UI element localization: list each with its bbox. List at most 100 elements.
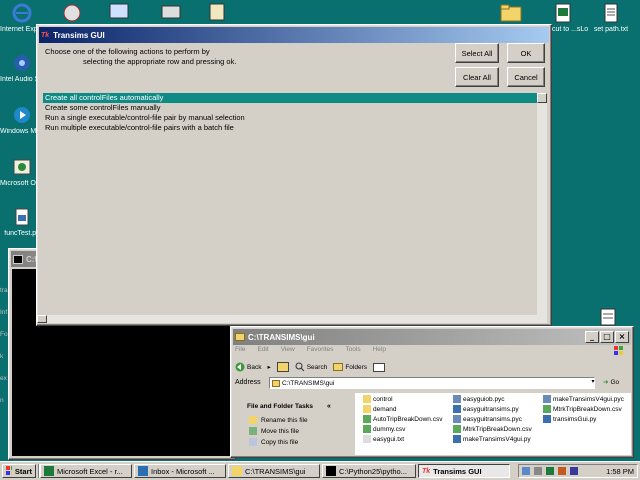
- tk-icon: Tk: [422, 467, 431, 475]
- volume-icon[interactable]: [534, 467, 542, 475]
- python-file-icon: [11, 206, 33, 228]
- ok-button[interactable]: OK: [507, 43, 545, 63]
- csv-icon: [363, 425, 371, 433]
- file-item[interactable]: easyguitransims.pyc: [453, 415, 522, 423]
- desktop-small-icon[interactable]: [600, 308, 616, 328]
- media-player-icon: [11, 104, 33, 126]
- tray-app-icon[interactable]: [558, 467, 566, 475]
- task-move[interactable]: Move this file: [249, 427, 353, 435]
- text-file-icon: [600, 2, 622, 24]
- file-item[interactable]: dummy.csv: [363, 425, 405, 433]
- file-item[interactable]: easygui.txt: [363, 435, 404, 443]
- rename-icon: [249, 416, 257, 424]
- excel-shortcut-icon: [552, 2, 574, 24]
- tk-icon: Tk: [41, 31, 50, 39]
- task-python[interactable]: C:\Python25\pytho...: [322, 464, 416, 478]
- task-copy[interactable]: Copy this file: [249, 438, 353, 446]
- action-row[interactable]: Create all controlFiles automatically: [43, 93, 537, 103]
- file-item[interactable]: MtrkTripBreakDown.csv: [543, 405, 622, 413]
- outlook-icon: [138, 466, 148, 476]
- transims-gui-window[interactable]: Tk Transims GUI Choose one of the follow…: [36, 24, 552, 326]
- file-item[interactable]: makeTransimsV4gui.py: [453, 435, 531, 443]
- vertical-scrollbar[interactable]: [537, 93, 547, 321]
- close-button[interactable]: ×: [615, 331, 629, 343]
- file-list[interactable]: control demand AutoTripBreakDown.csv dum…: [355, 393, 631, 455]
- system-tray: 1:58 PM: [518, 464, 638, 478]
- folders-icon: [333, 363, 344, 371]
- tasks-title[interactable]: File and Folder Tasks «: [247, 403, 353, 410]
- folder-icon[interactable]: [500, 2, 522, 24]
- menu-tools[interactable]: Tools: [345, 346, 360, 356]
- explorer-window[interactable]: C:\TRANSIMS\gui _ □ × File Edit View Fav…: [230, 326, 634, 458]
- desktop-icon-set-path-txt[interactable]: set path.txt: [588, 2, 634, 34]
- menu-help[interactable]: Help: [373, 346, 386, 356]
- console-icon: [13, 254, 23, 264]
- address-dropdown[interactable]: ▾: [589, 378, 597, 388]
- menu-file[interactable]: File: [235, 346, 245, 356]
- action-row[interactable]: Run a single executable/control-file pai…: [43, 113, 537, 123]
- audio-studio-icon: [11, 52, 33, 74]
- python-compiled-icon: [543, 395, 551, 403]
- go-button[interactable]: ➔ Go: [603, 378, 619, 387]
- python-file-icon: [453, 405, 461, 413]
- windows-flag-icon: [6, 466, 12, 475]
- text-file-icon: [363, 435, 371, 443]
- scroll-up-button[interactable]: [537, 93, 547, 103]
- action-row[interactable]: Create some controlFiles manually: [43, 103, 537, 113]
- folder-icon: [363, 405, 371, 413]
- tray-shield-icon[interactable]: [570, 467, 578, 475]
- task-inbox[interactable]: Inbox - Microsoft ...: [134, 464, 226, 478]
- windows-logo-icon: [613, 345, 625, 357]
- move-icon: [249, 427, 257, 435]
- file-item[interactable]: MtrkTripBreakDown.csv: [453, 425, 532, 433]
- file-item[interactable]: makeTransimsV4gui.pyc: [543, 395, 624, 403]
- address-field[interactable]: C:\TRANSIMS\gui: [269, 377, 595, 389]
- transims-titlebar[interactable]: Tk Transims GUI: [39, 27, 549, 43]
- folder-title-icon: [235, 333, 245, 341]
- python-compiled-icon: [453, 415, 461, 423]
- search-button[interactable]: Search: [295, 362, 327, 372]
- task-excel[interactable]: Microsoft Excel - r...: [40, 464, 132, 478]
- folders-button[interactable]: Folders: [333, 363, 367, 371]
- forward-arrow-icon[interactable]: ▸: [267, 363, 270, 371]
- network-icon[interactable]: [522, 467, 530, 475]
- actions-listbox[interactable]: Create all controlFiles automatically Cr…: [43, 93, 537, 321]
- action-row[interactable]: Run multiple executable/control-file pai…: [43, 123, 537, 133]
- scroll-left-button[interactable]: [37, 315, 47, 323]
- file-item[interactable]: easyguitransims.py: [453, 405, 519, 413]
- menu-favorites[interactable]: Favorites: [307, 346, 334, 356]
- file-item[interactable]: easyguiob.pyc: [453, 395, 505, 403]
- views-icon[interactable]: [373, 362, 386, 372]
- task-transims[interactable]: Tk Transims GUI: [418, 464, 510, 478]
- folder-icon: [232, 466, 242, 476]
- start-button[interactable]: Start: [2, 464, 36, 478]
- file-item[interactable]: transimsGui.py: [543, 415, 596, 423]
- file-item[interactable]: control: [363, 395, 393, 403]
- search-icon: [295, 362, 305, 372]
- file-item[interactable]: demand: [363, 405, 397, 413]
- up-folder-icon[interactable]: [276, 362, 289, 372]
- copy-icon: [249, 438, 257, 446]
- explorer-titlebar[interactable]: C:\TRANSIMS\gui _ □ ×: [233, 329, 631, 345]
- tray-excel-icon[interactable]: [546, 467, 554, 475]
- cancel-button[interactable]: Cancel: [507, 67, 545, 87]
- menu-view[interactable]: View: [281, 346, 295, 356]
- select-all-button[interactable]: Select All: [455, 43, 499, 63]
- task-rename[interactable]: Rename this file: [249, 416, 353, 424]
- minimize-button[interactable]: _: [585, 331, 599, 343]
- address-label: Address: [235, 379, 261, 386]
- horizontal-scrollbar[interactable]: [37, 315, 547, 323]
- instructions-text: Choose one of the following actions to p…: [45, 47, 237, 66]
- clear-all-button[interactable]: Clear All: [455, 67, 499, 87]
- maximize-button[interactable]: □: [600, 331, 614, 343]
- folder-icon: [363, 395, 371, 403]
- csv-icon: [543, 405, 551, 413]
- menu-edit[interactable]: Edit: [257, 346, 268, 356]
- file-item[interactable]: AutoTripBreakDown.csv: [363, 415, 442, 423]
- desktop-top-icons: [60, 2, 240, 24]
- outlook-icon: [11, 156, 33, 178]
- clock[interactable]: 1:58 PM: [606, 467, 634, 476]
- back-button[interactable]: Back: [235, 362, 261, 372]
- task-explorer[interactable]: C:\TRANSIMS\gui: [228, 464, 320, 478]
- explorer-menubar: File Edit View Favorites Tools Help: [235, 346, 386, 356]
